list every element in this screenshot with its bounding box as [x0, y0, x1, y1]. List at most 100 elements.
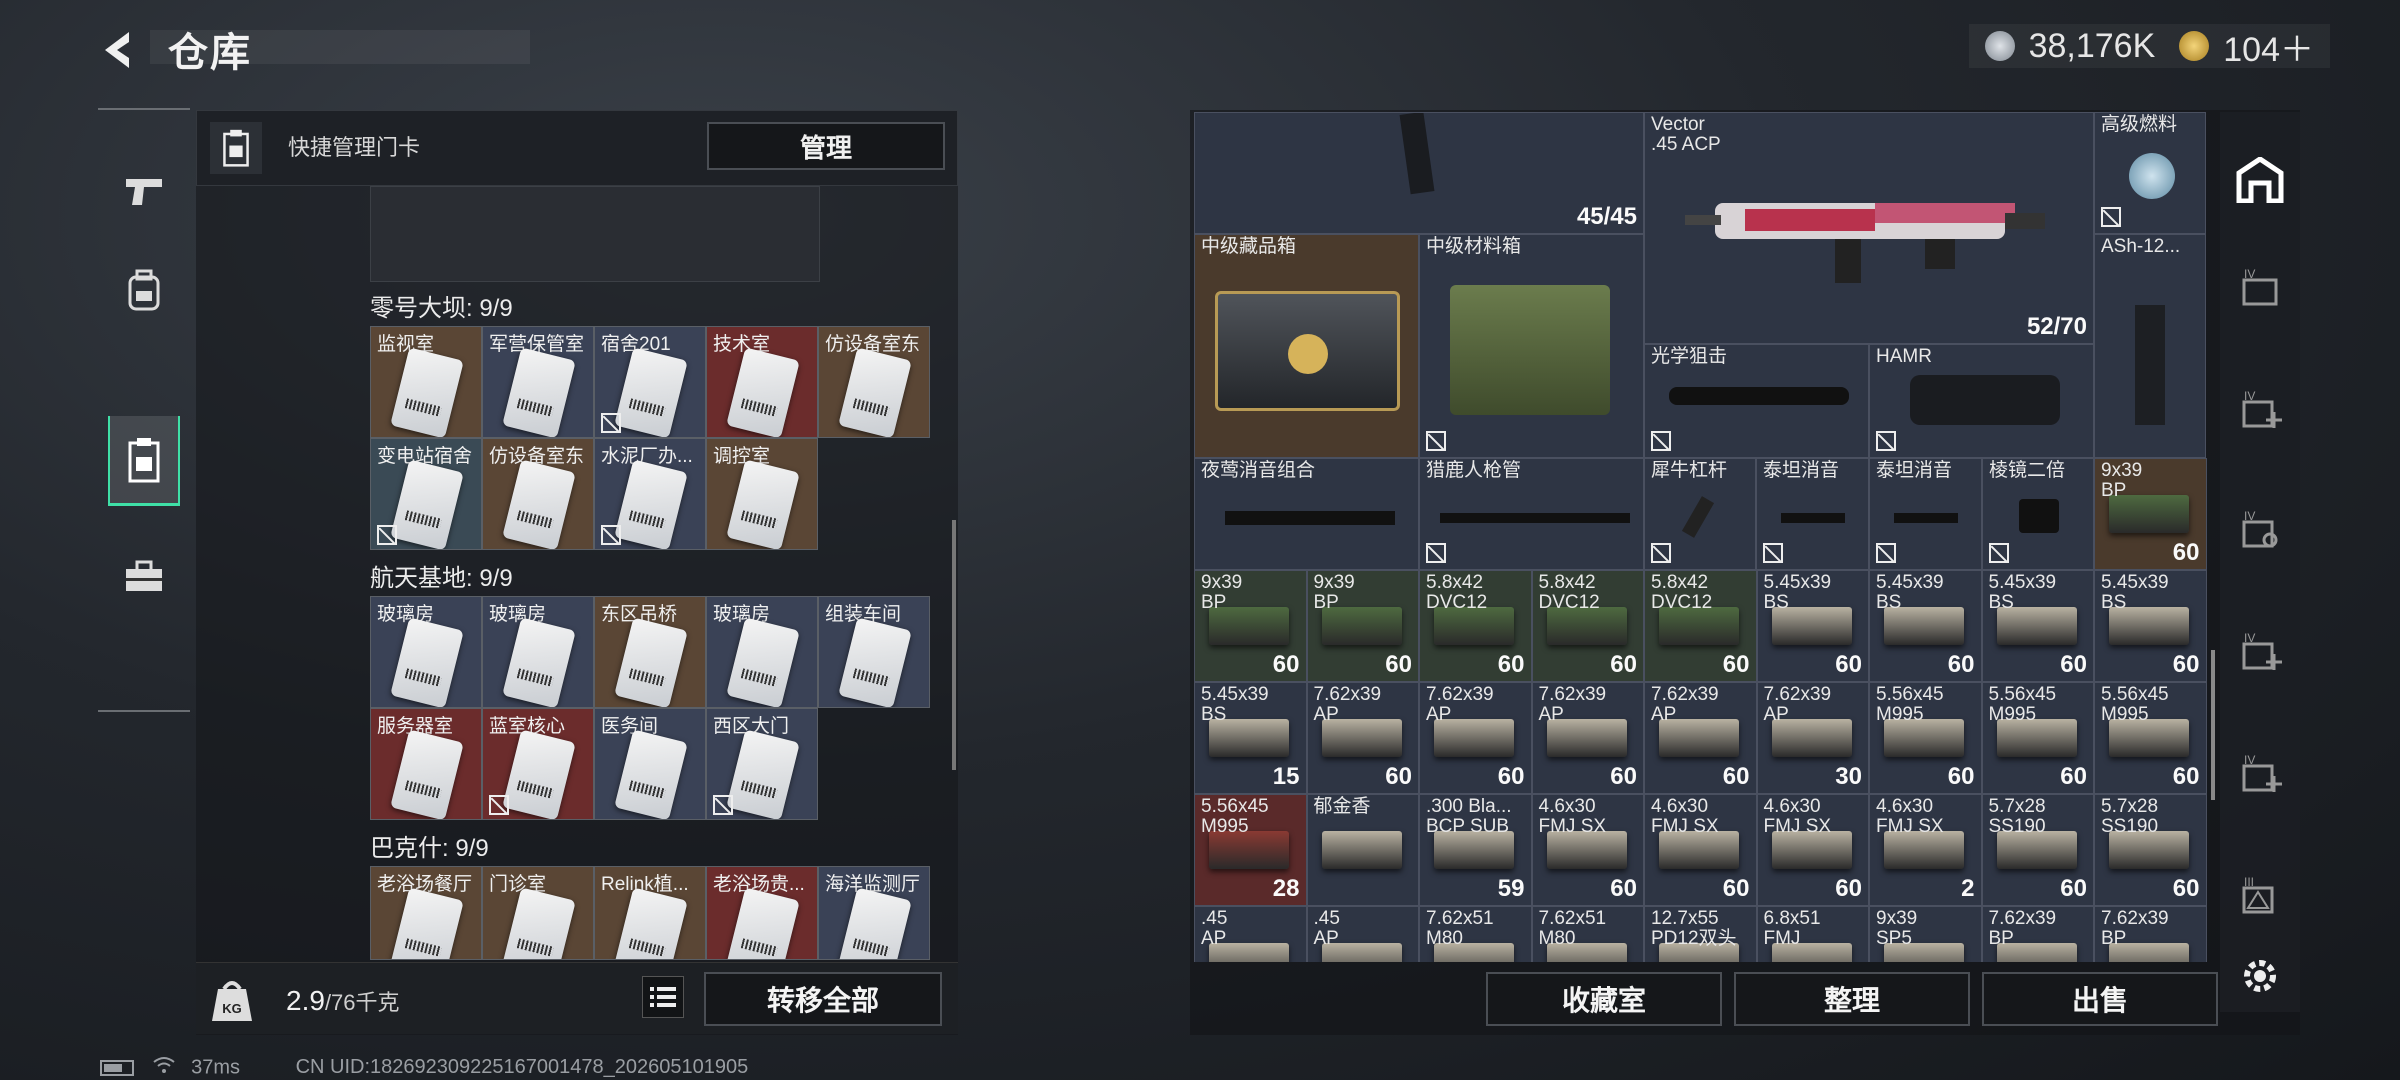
ammo-item[interactable]: 4.6x30 FMJ SX 60: [1644, 794, 1757, 906]
keycard[interactable]: Relink植...: [594, 866, 706, 960]
ammo-item[interactable]: 7.62x39 AP 60: [1306, 682, 1419, 794]
ammo-item[interactable]: 9x39 BP 60: [2094, 458, 2207, 570]
manage-button[interactable]: 管理: [707, 122, 945, 170]
ammo-item[interactable]: 12.7x55 PD12双头: [1644, 906, 1757, 962]
item-rhino-lever[interactable]: 犀牛杠杆: [1644, 458, 1756, 570]
ammo-item[interactable]: 5.7x28 SS190 60: [1981, 794, 2094, 906]
storage-triangle-icon[interactable]: III: [2234, 870, 2286, 922]
keycard[interactable]: 监视室: [370, 326, 482, 438]
ammo-item[interactable]: 5.56x45 M995 60: [2094, 682, 2207, 794]
ammo-item[interactable]: 7.62x39 AP 60: [1419, 682, 1532, 794]
keycard[interactable]: 水泥厂办...: [594, 438, 706, 550]
item-magazine[interactable]: 45/45: [1194, 112, 1644, 234]
keycard[interactable]: 门诊室: [482, 866, 594, 960]
ammo-item[interactable]: 7.62x51 M80: [1419, 906, 1532, 962]
keycard[interactable]: 仿设备室东: [818, 326, 930, 438]
item-prism-2x[interactable]: 棱镜二倍: [1982, 458, 2094, 570]
ammo-item[interactable]: 9x39 BP 60: [1306, 570, 1419, 682]
ammo-item[interactable]: 6.8x51 FMJ: [1756, 906, 1869, 962]
keycard[interactable]: 老浴场餐厅: [370, 866, 482, 960]
ammo-item[interactable]: 4.6x30 FMJ SX 60: [1531, 794, 1644, 906]
item-titan-suppressor[interactable]: 泰坦消音: [1756, 458, 1869, 570]
item-name: 高级燃料: [2101, 114, 2178, 135]
ammo-item[interactable]: 9x39 SP5: [1869, 906, 1982, 962]
keycard[interactable]: 变电站宿舍: [370, 438, 482, 550]
keycard[interactable]: 调控室: [706, 438, 818, 550]
item-vector-smg[interactable]: Vector .45 ACP 52/70: [1644, 112, 2094, 344]
ammo-item[interactable]: 郁金香: [1306, 794, 1419, 906]
ammo-item[interactable]: 5.56x45 M995 60: [1869, 682, 1982, 794]
ammo-item[interactable]: 5.8x42 DVC12 60: [1531, 570, 1644, 682]
item-optical-scope[interactable]: 光学狙击: [1644, 344, 1869, 458]
ammo-item[interactable]: 7.62x39 BP: [2094, 906, 2207, 962]
storage-add-3-icon[interactable]: IV: [2234, 748, 2286, 800]
left-scrollbar[interactable]: [952, 520, 956, 770]
keycard[interactable]: 玻璃房: [482, 596, 594, 708]
item-deerhunter-barrel[interactable]: 猎鹿人枪管: [1419, 458, 1644, 570]
ammo-item[interactable]: 5.45x39 BS 60: [1869, 570, 1982, 682]
ammo-item[interactable]: 5.7x28 SS190 60: [2094, 794, 2207, 906]
keycard[interactable]: 玻璃房: [370, 596, 482, 708]
keycard[interactable]: 组装车间: [818, 596, 930, 708]
ammo-item[interactable]: .45 AP: [1194, 906, 1307, 962]
storage-main-icon[interactable]: [2234, 154, 2286, 206]
storage-add-icon[interactable]: IV: [2234, 384, 2286, 436]
sort-button[interactable]: 整理: [1734, 972, 1970, 1026]
ammo-item[interactable]: .45 AP: [1306, 906, 1419, 962]
storage-add-2-icon[interactable]: IV: [2234, 626, 2286, 678]
item-ash12[interactable]: ASh-12...: [2094, 234, 2206, 458]
ammo-item[interactable]: 5.45x39 BS 15: [1194, 682, 1307, 794]
keycard-image-icon: [614, 459, 688, 549]
ammo-item[interactable]: 5.8x42 DVC12 60: [1644, 570, 1757, 682]
ammo-item[interactable]: 5.56x45 M995 28: [1194, 794, 1307, 906]
item-hamr[interactable]: HAMR: [1869, 344, 2094, 458]
settings-gear-icon[interactable]: [2234, 950, 2286, 1002]
ammo-item[interactable]: 7.62x39 BP: [1981, 906, 2094, 962]
keycard[interactable]: 服务器室: [370, 708, 482, 820]
nav-weapons[interactable]: [108, 146, 180, 236]
collection-room-button[interactable]: 收藏室: [1486, 972, 1722, 1026]
item-material-box[interactable]: 中级材料箱: [1419, 234, 1644, 458]
keycard[interactable]: 老浴场贵...: [706, 866, 818, 960]
nav-keycards[interactable]: [108, 416, 180, 506]
ammo-item[interactable]: 7.62x39 AP 30: [1756, 682, 1869, 794]
ammo-item[interactable]: 5.45x39 BS 60: [1756, 570, 1869, 682]
list-view-button[interactable]: [642, 976, 684, 1018]
ammo-item[interactable]: .300 Bla... BCP SUB 59: [1419, 794, 1532, 906]
keycard[interactable]: 蓝室核心: [482, 708, 594, 820]
item-fuel[interactable]: 高级燃料: [2094, 112, 2206, 234]
storage-search-icon[interactable]: IV: [2234, 504, 2286, 556]
ammo-qty: 30: [1835, 763, 1862, 790]
transfer-all-button[interactable]: 转移全部: [704, 972, 942, 1026]
back-arrow-icon[interactable]: [96, 22, 146, 78]
item-crate-mid[interactable]: 中级藏品箱: [1194, 234, 1419, 458]
nav-equipment[interactable]: [108, 246, 180, 336]
ammo-item[interactable]: 7.62x39 AP 60: [1644, 682, 1757, 794]
ammo-item[interactable]: 4.6x30 FMJ SX 60: [1756, 794, 1869, 906]
storage-tab-4-icon[interactable]: IV: [2234, 262, 2286, 314]
keycard[interactable]: 东区吊桥: [594, 596, 706, 708]
ammo-item[interactable]: 5.45x39 BS 60: [1981, 570, 2094, 682]
ammo-item[interactable]: 5.45x39 BS 60: [2094, 570, 2207, 682]
ammo-item[interactable]: 9x39 BP 60: [1194, 570, 1307, 682]
ammo-item[interactable]: 4.6x30 FMJ SX 2: [1869, 794, 1982, 906]
keycard[interactable]: 西区大门: [706, 708, 818, 820]
nav-toolbox[interactable]: [108, 532, 180, 622]
item-nightingale-suppressor[interactable]: 夜莺消音组合: [1194, 458, 1419, 570]
keycard[interactable]: 技术室: [706, 326, 818, 438]
token-amount[interactable]: 104＋: [2223, 22, 2314, 71]
keycard[interactable]: 医务间: [594, 708, 706, 820]
ammo-item[interactable]: 7.62x51 M80: [1531, 906, 1644, 962]
keycard[interactable]: 海洋监测厅: [818, 866, 930, 960]
sell-button[interactable]: 出售: [1982, 972, 2218, 1026]
keycard[interactable]: 玻璃房: [706, 596, 818, 708]
item-titan-suppressor-2[interactable]: 泰坦消音: [1869, 458, 1982, 570]
keycard[interactable]: 军营保管室: [482, 326, 594, 438]
svg-text:IV: IV: [2244, 390, 2255, 403]
ammo-item[interactable]: 7.62x39 AP 60: [1531, 682, 1644, 794]
ammo-item[interactable]: 5.8x42 DVC12 60: [1419, 570, 1532, 682]
ammo-item[interactable]: 5.56x45 M995 60: [1981, 682, 2094, 794]
keycard[interactable]: 宿舍201: [594, 326, 706, 438]
right-scrollbar[interactable]: [2211, 650, 2215, 800]
keycard[interactable]: 仿设备室东: [482, 438, 594, 550]
